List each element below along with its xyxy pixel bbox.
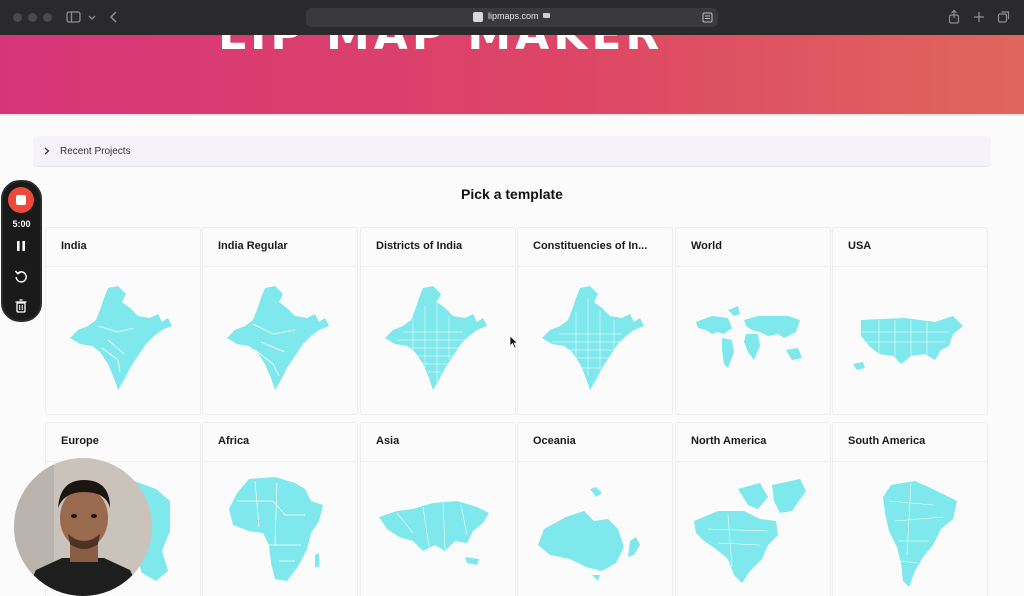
stop-recording-button[interactable] bbox=[8, 187, 34, 213]
recording-control-panel: 5:00 bbox=[1, 180, 42, 322]
india-regular-map-thumbnail bbox=[227, 286, 329, 390]
template-card-constituencies-of-india[interactable]: Constituencies of In... bbox=[517, 227, 673, 415]
recent-projects-label: Recent Projects bbox=[60, 146, 131, 157]
card-divider bbox=[676, 461, 830, 462]
card-divider bbox=[833, 266, 987, 267]
template-card-india[interactable]: India bbox=[45, 227, 201, 415]
webcam-bubble[interactable] bbox=[14, 458, 152, 596]
template-name: Europe bbox=[61, 435, 99, 447]
oceania-map-thumbnail bbox=[538, 487, 640, 581]
constituencies-of-india-map-thumbnail bbox=[542, 286, 644, 390]
template-name: Oceania bbox=[533, 435, 576, 447]
site-favicon-icon bbox=[473, 12, 483, 22]
lock-icon bbox=[543, 13, 550, 18]
template-name: USA bbox=[848, 240, 872, 252]
window-minimize-dot[interactable] bbox=[28, 13, 37, 22]
recent-projects-toggle[interactable]: Recent Projects bbox=[33, 136, 991, 167]
template-name: Africa bbox=[218, 435, 250, 447]
india-map-thumbnail bbox=[70, 286, 172, 390]
recording-timer: 5:00 bbox=[12, 219, 31, 229]
sidebar-icon[interactable] bbox=[66, 9, 82, 25]
chevron-down-icon[interactable] bbox=[87, 9, 103, 25]
tabs-overview-icon[interactable] bbox=[997, 9, 1013, 25]
template-name: South America bbox=[848, 435, 926, 447]
south-america-map-thumbnail bbox=[883, 481, 957, 587]
districts-of-india-map-thumbnail bbox=[385, 286, 487, 390]
card-divider bbox=[361, 461, 515, 462]
template-name: Districts of India bbox=[376, 240, 463, 252]
card-divider bbox=[518, 461, 672, 462]
web-page: LIP MAP MAKER Recent Projects Pick a tem… bbox=[0, 35, 1024, 596]
address-bar[interactable]: lipmaps.com bbox=[306, 8, 718, 27]
template-card-africa[interactable]: Africa bbox=[202, 422, 358, 596]
card-divider bbox=[203, 461, 357, 462]
stop-icon bbox=[16, 195, 26, 205]
card-divider bbox=[361, 266, 515, 267]
reader-icon[interactable] bbox=[702, 12, 713, 23]
mouse-cursor-icon bbox=[509, 335, 519, 349]
card-divider bbox=[676, 266, 830, 267]
card-divider bbox=[833, 461, 987, 462]
template-card-india-regular[interactable]: India Regular bbox=[202, 227, 358, 415]
presenter-webcam-image bbox=[14, 458, 152, 596]
template-name: World bbox=[691, 240, 722, 252]
window-zoom-dot[interactable] bbox=[43, 13, 52, 22]
browser-toolbar: lipmaps.com bbox=[0, 0, 1024, 35]
template-name: India bbox=[61, 240, 87, 252]
template-name: India Regular bbox=[218, 240, 288, 252]
north-america-map-thumbnail bbox=[694, 479, 806, 583]
trash-icon[interactable] bbox=[14, 299, 28, 313]
card-divider bbox=[46, 266, 200, 267]
hero-divider bbox=[0, 114, 1024, 116]
section-title: Pick a template bbox=[461, 186, 563, 202]
africa-map-thumbnail bbox=[229, 477, 323, 581]
world-map-thumbnail bbox=[696, 306, 802, 368]
card-divider bbox=[203, 266, 357, 267]
new-tab-icon[interactable] bbox=[972, 9, 988, 25]
card-divider bbox=[518, 266, 672, 267]
asia-map-thumbnail bbox=[379, 501, 489, 565]
restart-icon[interactable] bbox=[14, 269, 28, 283]
template-card-usa[interactable]: USA bbox=[832, 227, 988, 415]
hero-title: LIP MAP MAKER bbox=[218, 35, 663, 60]
template-name: North America bbox=[691, 435, 767, 447]
template-card-north-america[interactable]: North America bbox=[675, 422, 831, 596]
hero-banner: LIP MAP MAKER bbox=[0, 35, 1024, 114]
chevron-right-icon bbox=[44, 147, 50, 155]
window-close-dot[interactable] bbox=[13, 13, 22, 22]
template-card-world[interactable]: World bbox=[675, 227, 831, 415]
template-card-asia[interactable]: Asia bbox=[360, 422, 516, 596]
template-name: Constituencies of In... bbox=[533, 240, 648, 252]
back-icon[interactable] bbox=[108, 9, 124, 25]
usa-map-thumbnail bbox=[853, 316, 963, 370]
template-card-oceania[interactable]: Oceania bbox=[517, 422, 673, 596]
url-text: lipmaps.com bbox=[488, 11, 539, 21]
template-name: Asia bbox=[376, 435, 400, 447]
template-card-districts-of-india[interactable]: Districts of India bbox=[360, 227, 516, 415]
pause-icon[interactable] bbox=[14, 239, 28, 253]
template-card-south-america[interactable]: South America bbox=[832, 422, 988, 596]
share-icon[interactable] bbox=[947, 9, 963, 25]
